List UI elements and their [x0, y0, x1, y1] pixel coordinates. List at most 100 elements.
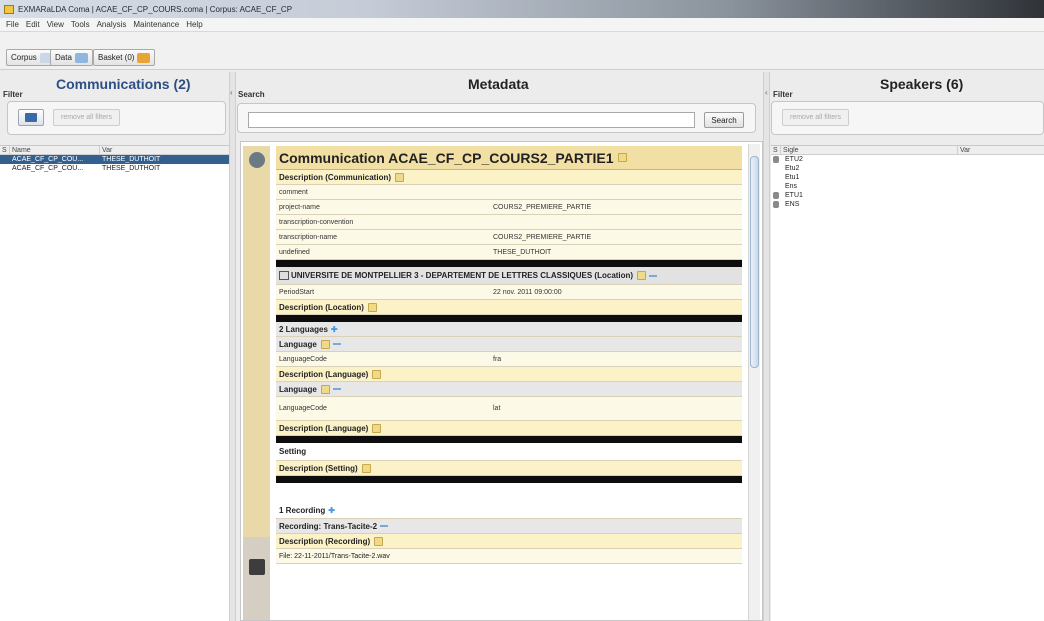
- right-splitter[interactable]: [763, 72, 770, 621]
- search-input[interactable]: [248, 112, 695, 128]
- data-label: Data: [55, 53, 72, 62]
- col-var[interactable]: Var: [100, 146, 228, 154]
- kv-key: project-name: [279, 203, 320, 211]
- col-sigle[interactable]: Sigle: [781, 146, 958, 154]
- description-language-row: Description (Language): [276, 367, 742, 382]
- kv-value: COURS2_PREMIERE_PARTIE: [493, 203, 592, 211]
- menu-view[interactable]: View: [47, 20, 64, 29]
- collapse-right-icon[interactable]: ‹: [765, 88, 768, 97]
- description-recording: Description (Recording): [279, 536, 371, 546]
- open-filter-button[interactable]: [18, 109, 44, 126]
- edit-icon[interactable]: [374, 536, 384, 546]
- metadata-scrollbar[interactable]: [748, 144, 760, 620]
- communications-filter-box: remove all filters: [7, 101, 226, 135]
- row-name: ACAE_CF_CP_COU...: [12, 165, 84, 172]
- edit-icon[interactable]: [395, 172, 405, 182]
- edit-icon[interactable]: [372, 369, 382, 379]
- remove-all-filters-button[interactable]: remove all filters: [53, 109, 120, 126]
- description-location-row: Description (Location): [276, 300, 742, 315]
- menu-bar: File Edit View Tools Analysis Maintenanc…: [0, 18, 1044, 32]
- row-var: THESE_DUTHOIT: [102, 156, 161, 163]
- recording-title: Recording: Trans-Tacite-2: [279, 521, 378, 531]
- description-language: Description (Language): [279, 369, 369, 379]
- search-label: Search: [238, 90, 265, 99]
- description-language-row: Description (Language): [276, 421, 742, 436]
- list-item[interactable]: Etu2: [771, 164, 1044, 173]
- kv-key: PeriodStart: [279, 288, 315, 296]
- edit-icon[interactable]: [367, 302, 377, 312]
- communication-icon: [249, 152, 265, 168]
- folder-icon: [25, 113, 37, 122]
- remove-icon[interactable]: [649, 274, 658, 277]
- add-icon[interactable]: ✚: [328, 506, 335, 515]
- row-name: ACAE_CF_CP_COU...: [12, 156, 84, 163]
- edit-icon[interactable]: [320, 384, 330, 394]
- kv-value: fra: [493, 355, 502, 363]
- edit-icon[interactable]: [372, 423, 382, 433]
- description-setting: Description (Setting): [279, 463, 358, 473]
- col-s[interactable]: S: [0, 146, 10, 154]
- col-var[interactable]: Var: [958, 146, 1044, 154]
- basket-button[interactable]: Basket (0): [93, 49, 156, 66]
- remove-icon[interactable]: [332, 388, 341, 390]
- kv-row: transcription-name COURS2_PREMIERE_PARTIE: [276, 230, 742, 245]
- kv-row: comment: [276, 185, 742, 200]
- kv-key: undefined: [279, 248, 310, 256]
- left-splitter[interactable]: [229, 72, 236, 621]
- search-button[interactable]: Search: [704, 112, 744, 128]
- basket-icon: [137, 52, 151, 63]
- remove-icon[interactable]: [380, 525, 389, 527]
- table-row[interactable]: ACAE_CF_CP_COU... THESE_DUTHOIT: [0, 155, 229, 164]
- kv-key: LanguageCode: [279, 405, 327, 412]
- kv-row: PeriodStart 22 nov. 2011 09:00:00: [276, 285, 742, 300]
- menu-edit[interactable]: Edit: [26, 20, 40, 29]
- table-header: S Sigle Var: [771, 146, 1044, 155]
- kv-key: transcription-name: [279, 233, 337, 241]
- checkbox-icon[interactable]: [279, 271, 289, 280]
- speaker-sigle: ENS: [785, 201, 800, 208]
- edit-icon[interactable]: [617, 153, 627, 162]
- list-item[interactable]: ETU1: [771, 191, 1044, 200]
- language-row: Language: [276, 337, 742, 352]
- col-s[interactable]: S: [771, 146, 781, 154]
- edit-icon[interactable]: [320, 339, 330, 349]
- file-row: File: 22-11-2011/Trans-Tacite-2.wav: [276, 549, 742, 564]
- speakers-filter-box: remove all filters: [771, 101, 1044, 135]
- speakers-table: S Sigle Var ETU2 Etu2 Etu1 Ens ETU1 ENS: [771, 145, 1044, 621]
- table-row[interactable]: ACAE_CF_CP_COU... THESE_DUTHOIT: [0, 164, 229, 173]
- languages-heading-row: 2 Languages ✚: [276, 322, 742, 337]
- data-button[interactable]: Data: [50, 49, 93, 66]
- edit-icon[interactable]: [637, 271, 647, 280]
- list-item[interactable]: Ens: [771, 182, 1044, 191]
- col-name[interactable]: Name: [10, 146, 100, 154]
- menu-maintenance[interactable]: Maintenance: [133, 20, 179, 29]
- data-icon: [74, 52, 88, 63]
- title-bar: EXMARaLDA Coma | ACAE_CF_CP_COURS.coma |…: [0, 0, 1044, 18]
- list-item[interactable]: ENS: [771, 200, 1044, 209]
- kv-value: 22 nov. 2011 09:00:00: [493, 288, 562, 296]
- window-title: EXMARaLDA Coma | ACAE_CF_CP_COURS.coma |…: [18, 4, 293, 14]
- collapse-left-icon[interactable]: ‹: [230, 88, 233, 97]
- kv-row: project-name COURS2_PREMIERE_PARTIE: [276, 200, 742, 215]
- add-icon[interactable]: ✚: [331, 325, 338, 334]
- list-item[interactable]: Etu1: [771, 173, 1044, 182]
- description-location: Description (Location): [279, 302, 364, 312]
- setting-label: Setting: [279, 447, 307, 456]
- speakers-heading: Speakers (6): [880, 76, 964, 92]
- metadata-content: Communication ACAE_CF_CP_COURS2_PARTIE1 …: [276, 146, 742, 564]
- language-label: Language: [279, 384, 317, 394]
- search-box: Search: [237, 103, 756, 133]
- edit-icon[interactable]: [361, 463, 371, 473]
- speaker-sigle: ETU1: [785, 192, 803, 199]
- menu-analysis[interactable]: Analysis: [97, 20, 127, 29]
- remove-icon[interactable]: [332, 343, 341, 345]
- remove-all-filters-button[interactable]: remove all filters: [782, 109, 849, 126]
- menu-help[interactable]: Help: [186, 20, 202, 29]
- menu-tools[interactable]: Tools: [71, 20, 90, 29]
- section-divider: [276, 436, 742, 443]
- metadata-gutter: [243, 146, 270, 620]
- scroll-thumb[interactable]: [750, 156, 759, 368]
- description-communication: Description (Communication): [279, 172, 392, 182]
- list-item[interactable]: ETU2: [771, 155, 1044, 164]
- menu-file[interactable]: File: [6, 20, 19, 29]
